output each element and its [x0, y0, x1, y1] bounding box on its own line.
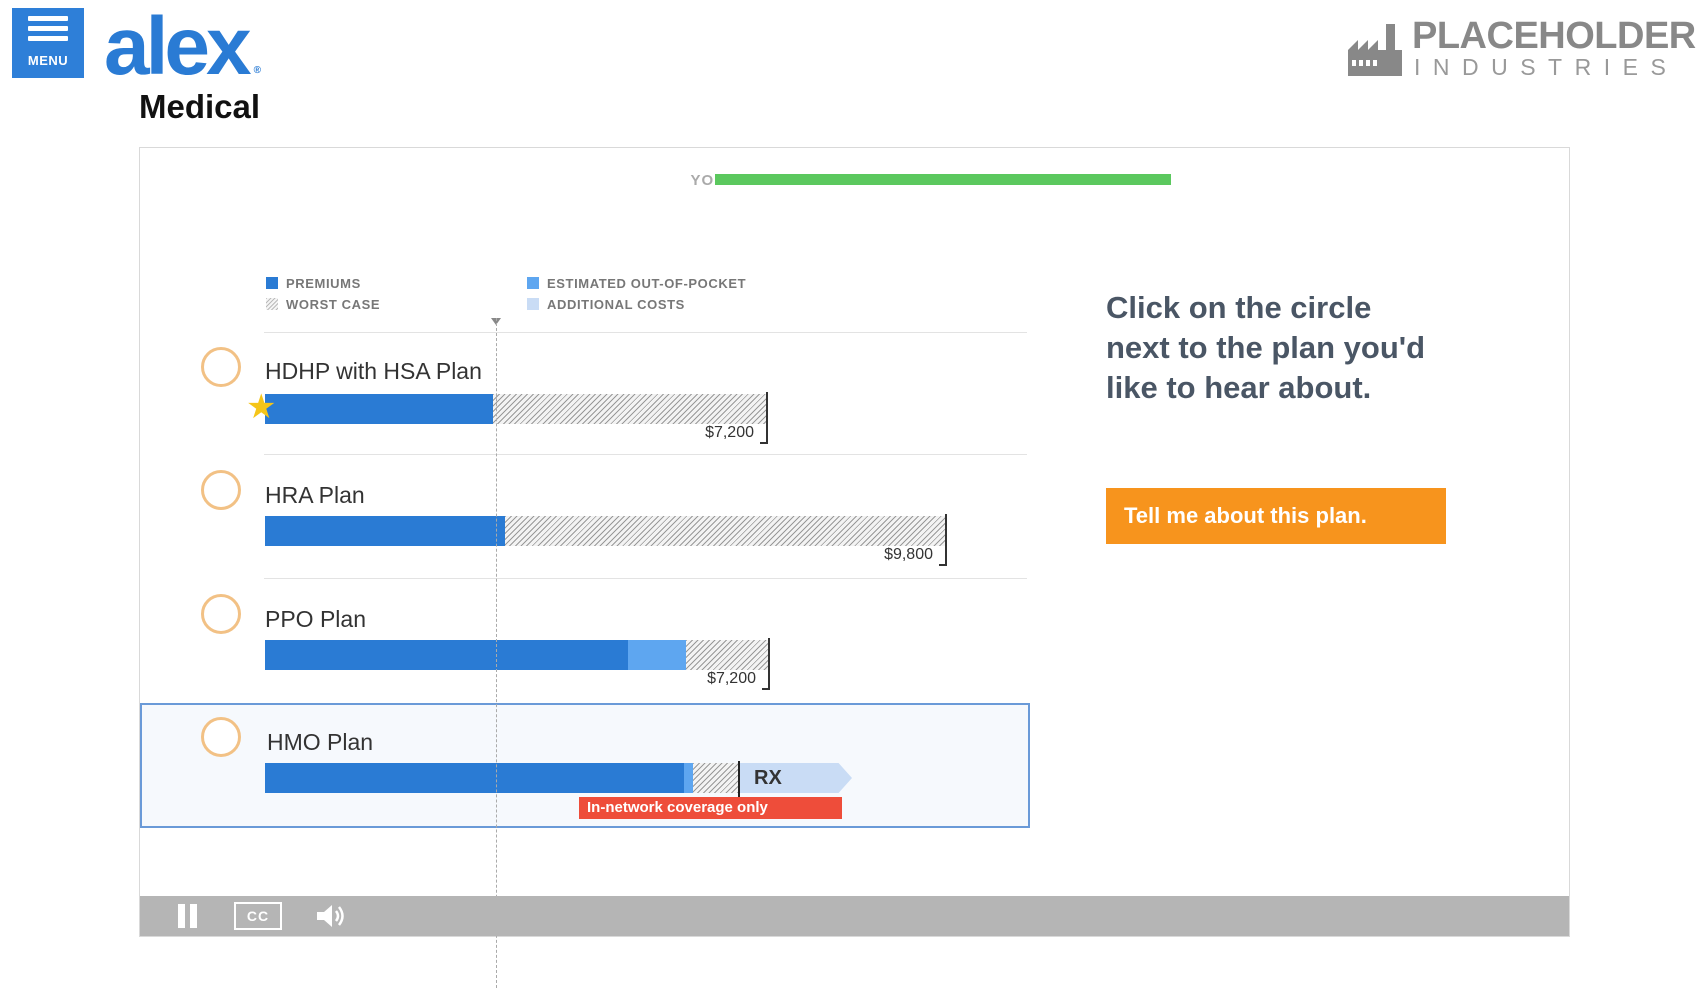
closed-caption-button[interactable]: CC: [234, 902, 282, 930]
recommended-star-icon: ★: [246, 388, 277, 426]
plan-name: HRA Plan: [265, 482, 365, 508]
divider: [264, 332, 1027, 333]
plan-row-hdhp: HDHP with HSA Plan $7,200 ★: [140, 334, 1030, 454]
out-of-pocket-bar: [684, 763, 693, 793]
pause-icon[interactable]: [178, 902, 202, 930]
logo-text: alex: [104, 1, 252, 92]
legend-additional-costs: ADDITIONAL COSTS: [527, 297, 685, 312]
worst-case-swatch: [266, 298, 278, 310]
benchmark-line: [496, 318, 497, 988]
plan-name: HDHP with HSA Plan: [265, 358, 482, 384]
content-panel: YOUR PROGRESS: PREMIUMS WORST CASE ESTIM…: [139, 147, 1570, 988]
premiums-swatch: [266, 277, 278, 289]
max-cost-label: $7,200: [705, 424, 754, 441]
out-of-pocket-bar: [628, 640, 686, 670]
plan-row-hra: HRA Plan $9,800: [140, 456, 1030, 576]
progress-fill: [715, 174, 1171, 185]
plan-radio-hra[interactable]: [201, 470, 241, 510]
brand-subtitle: INDUSTRIES: [1414, 54, 1679, 80]
rx-marker: [738, 761, 740, 801]
legend-out-of-pocket: ESTIMATED OUT-OF-POCKET: [527, 276, 746, 291]
worst-case-bar: [505, 516, 947, 546]
brand-name: PLACEHOLDER: [1412, 15, 1696, 57]
rx-tag: RX: [740, 763, 852, 793]
premiums-bar: [265, 516, 505, 546]
premiums-bar: [265, 640, 628, 670]
tell-me-about-plan-button[interactable]: Tell me about this plan.: [1106, 488, 1446, 544]
logo-registered-mark: ®: [253, 65, 261, 76]
plan-radio-ppo[interactable]: [201, 594, 241, 634]
out-of-pocket-swatch: [527, 277, 539, 289]
worst-case-bar: [693, 763, 738, 793]
media-controls: CC: [140, 896, 1569, 936]
worst-case-bar: [493, 394, 768, 424]
progress-bar: [715, 174, 1171, 185]
plan-name: PPO Plan: [265, 606, 366, 632]
plan-row-hmo[interactable]: HMO Plan RX In-network coverage only: [140, 703, 1030, 828]
max-bracket: [939, 514, 947, 566]
max-bracket: [760, 392, 768, 444]
plan-radio-hdhp[interactable]: [201, 347, 241, 387]
max-cost-label: $7,200: [707, 670, 756, 687]
premiums-bar: [265, 394, 493, 424]
plan-radio-hmo[interactable]: [201, 717, 241, 757]
max-bracket: [762, 638, 770, 690]
factory-icon: [1348, 24, 1402, 76]
premiums-bar: [265, 763, 684, 793]
hamburger-icon: [28, 16, 68, 46]
instruction-text: Click on the circle next to the plan you…: [1106, 290, 1426, 405]
menu-label: MENU: [27, 53, 69, 68]
brand-logo: PLACEHOLDER INDUSTRIES: [1348, 14, 1696, 84]
legend-worst-case: WORST CASE: [266, 297, 380, 312]
divider: [264, 578, 1027, 579]
plan-name: HMO Plan: [267, 729, 374, 755]
alex-logo: alex ®: [104, 1, 261, 92]
volume-icon[interactable]: [315, 902, 349, 930]
menu-button[interactable]: MENU: [12, 8, 84, 78]
max-cost-label: $9,800: [884, 546, 933, 563]
in-network-warning: In-network coverage only: [579, 797, 842, 819]
page-title: Medical: [139, 88, 261, 125]
divider: [264, 454, 1027, 455]
legend-premiums: PREMIUMS: [266, 276, 361, 291]
worst-case-bar: [686, 640, 770, 670]
plan-row-ppo: PPO Plan $7,200: [140, 580, 1030, 700]
additional-costs-swatch: [527, 298, 539, 310]
